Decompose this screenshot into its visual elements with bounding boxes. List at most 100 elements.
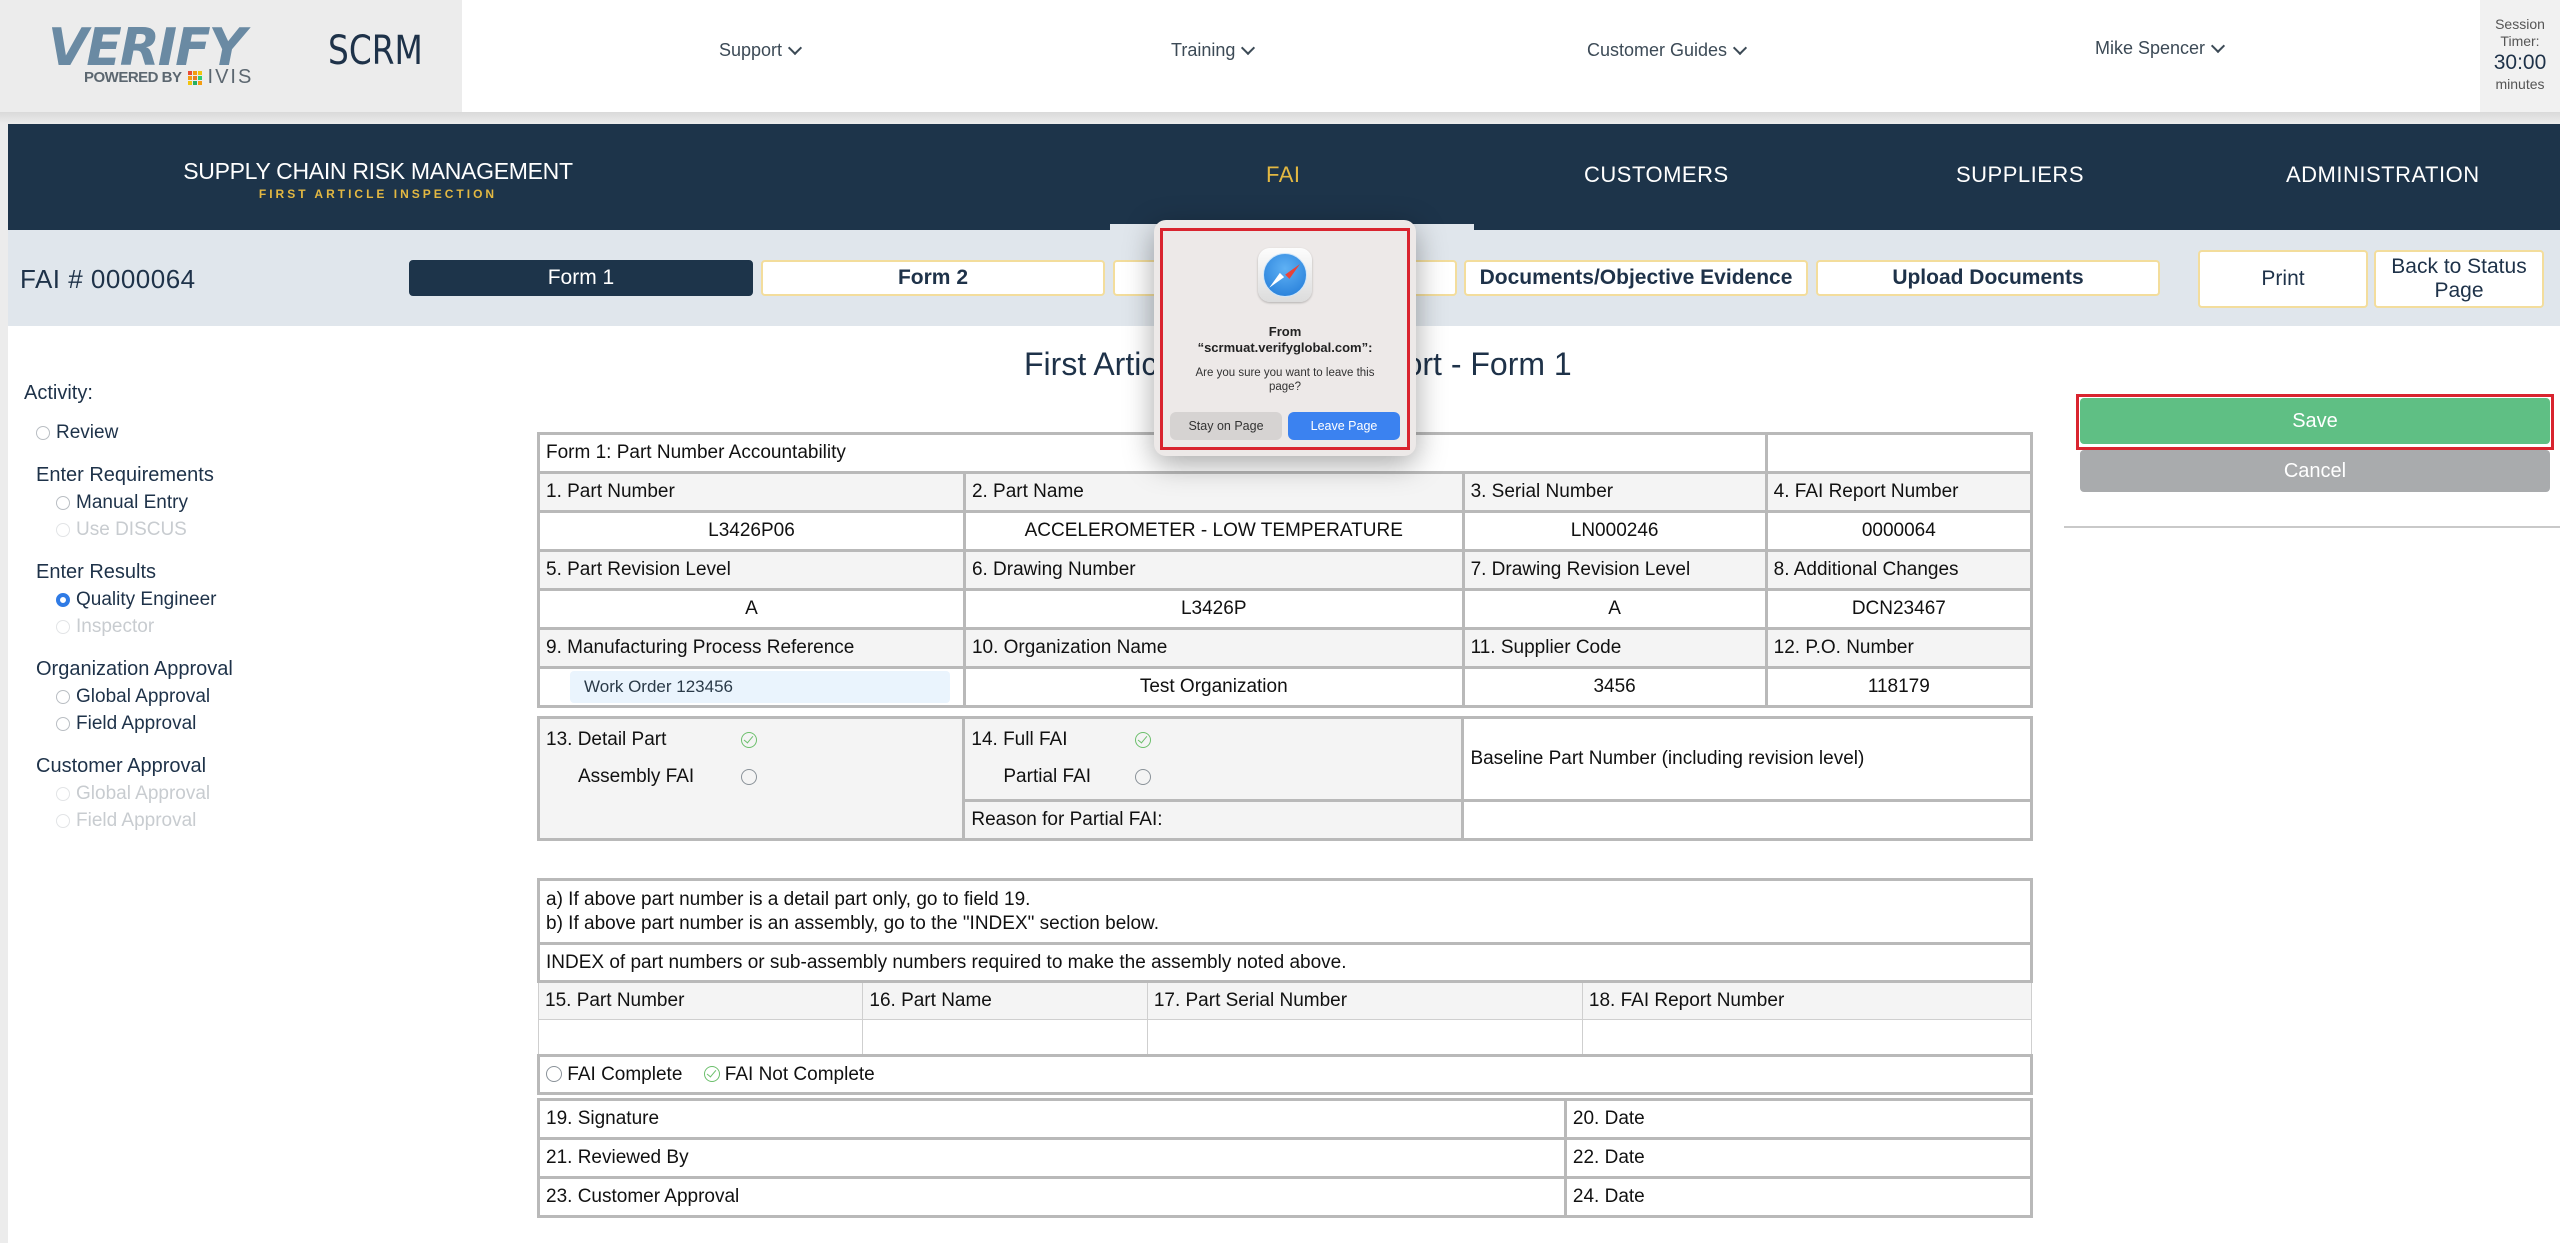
- date-label: 22. Date: [1563, 1137, 2034, 1179]
- top-nav-training[interactable]: Training: [1171, 40, 1256, 61]
- fai-report-number-value: 0000064: [1764, 510, 2034, 552]
- assembly-fai-option[interactable]: Assembly FAI: [546, 755, 956, 799]
- main-nav: SUPPLY CHAIN RISK MANAGEMENT FIRST ARTIC…: [8, 124, 2560, 230]
- chevron-down-icon: [1732, 40, 1748, 55]
- verify-logo[interactable]: VERIFY POWERED BY IVIS: [48, 20, 278, 90]
- print-button[interactable]: Print: [2198, 250, 2368, 308]
- index-cell[interactable]: [537, 1019, 864, 1056]
- session-timer-value: 30:00: [2493, 51, 2547, 74]
- index-cell[interactable]: [862, 1019, 1148, 1056]
- main-tab-fai[interactable]: FAI: [1266, 162, 1301, 188]
- activity-heading: Activity:: [24, 382, 93, 404]
- fai-complete-option[interactable]: FAI Complete: [546, 1064, 688, 1085]
- radio-circle-icon[interactable]: [1135, 769, 1152, 785]
- tab-form-2[interactable]: Form 2: [761, 260, 1105, 296]
- cancel-button[interactable]: Cancel: [2080, 450, 2550, 492]
- index-cell[interactable]: [1146, 1019, 1583, 1056]
- table-row: INDEX of part numbers or sub-assembly nu…: [537, 942, 2033, 983]
- table-row: A L3426P A DCN23467: [537, 588, 2034, 630]
- table-row: FAI Complete FAI Not Complete: [537, 1054, 2033, 1095]
- dialog-from-label: From: [1268, 324, 1302, 339]
- supplier-code-value: 3456: [1461, 666, 1768, 708]
- table-row: 15. Part Number 16. Part Name 17. Part S…: [537, 981, 2033, 1020]
- detail-assembly-cell: 13. Detail Part Assembly FAI: [536, 716, 966, 841]
- divider: [2064, 526, 2560, 528]
- table-row: a) If above part number is a detail part…: [537, 878, 2033, 945]
- fai-number: FAI # 0000064: [20, 264, 196, 294]
- radio-icon[interactable]: [56, 495, 70, 510]
- table-row: 1. Part Number 2. Part Name 3. Serial Nu…: [537, 471, 2034, 513]
- powered-by-text: POWERED BY: [84, 69, 182, 86]
- save-button[interactable]: Save: [2080, 398, 2550, 444]
- group-enter-results: Enter Results Quality Engineer Inspector: [24, 561, 324, 640]
- check-circle-icon[interactable]: [1135, 732, 1152, 748]
- part-revision-value: A: [537, 588, 966, 630]
- radio-icon[interactable]: [36, 425, 50, 440]
- top-nav-training-label: Training: [1171, 40, 1236, 60]
- option-org-field-approval[interactable]: Field Approval: [36, 710, 324, 737]
- safari-compass-icon: [1258, 248, 1312, 302]
- session-timer-label: Session Timer:: [2495, 16, 2545, 49]
- main-tab-suppliers[interactable]: SUPPLIERS: [1956, 162, 2084, 188]
- field-label: 12. P.O. Number: [1764, 627, 2034, 669]
- tab-upload-documents[interactable]: Upload Documents: [1816, 260, 2160, 296]
- detail-part-option[interactable]: 13. Detail Part: [546, 725, 956, 755]
- table-row: 19. Signature 20. Date: [537, 1098, 2034, 1140]
- option-manual-entry[interactable]: Manual Entry: [36, 489, 324, 516]
- column-header: 16. Part Name: [862, 981, 1148, 1020]
- radio-icon[interactable]: [56, 689, 70, 704]
- option-cust-global-approval: Global Approval: [36, 780, 324, 807]
- mfg-process-input[interactable]: [570, 671, 950, 703]
- reason-partial-value[interactable]: [1461, 799, 2033, 841]
- part-number-value: L3426P06: [537, 510, 966, 552]
- radio-circle-icon[interactable]: [741, 769, 757, 785]
- option-use-discus: Use DISCUS: [36, 516, 324, 543]
- full-fai-option[interactable]: 14. Full FAI: [971, 725, 1455, 755]
- user-menu[interactable]: Mike Spencer: [2095, 38, 2226, 59]
- reviewed-by-label: 21. Reviewed By: [537, 1137, 1567, 1179]
- back-to-status-button[interactable]: Back to Status Page: [2374, 250, 2544, 308]
- top-nav-support[interactable]: Support: [719, 40, 803, 61]
- date-label: 20. Date: [1563, 1098, 2034, 1140]
- part-type-table: 13. Detail Part Assembly FAI 14. Full FA…: [536, 716, 2033, 841]
- tab-form-1[interactable]: Form 1: [409, 260, 753, 296]
- leave-page-button[interactable]: Leave Page: [1288, 412, 1400, 440]
- stay-on-page-button[interactable]: Stay on Page: [1170, 412, 1282, 440]
- option-inspector: Inspector: [36, 613, 324, 640]
- radio-icon: [56, 522, 70, 537]
- option-label: Global Approval: [76, 782, 211, 804]
- option-label: Field Approval: [76, 809, 197, 831]
- check-circle-icon[interactable]: [703, 1066, 720, 1083]
- partial-fai-option[interactable]: Partial FAI: [971, 755, 1455, 799]
- fai-not-complete-option[interactable]: FAI Not Complete: [703, 1064, 875, 1085]
- index-cell[interactable]: [1581, 1019, 2033, 1056]
- field-label: 10. Organization Name: [962, 627, 1465, 669]
- check-circle-icon[interactable]: [741, 732, 757, 748]
- main-tab-administration[interactable]: ADMINISTRATION: [2286, 162, 2480, 188]
- radio-icon[interactable]: [56, 716, 70, 731]
- main-tab-customers[interactable]: CUSTOMERS: [1584, 162, 1729, 188]
- full-fai-label: 14. Full FAI: [971, 729, 1068, 750]
- full-partial-cell: 14. Full FAI Partial FAI: [962, 716, 1465, 802]
- radio-selected-icon[interactable]: [56, 592, 70, 607]
- option-label: Inspector: [76, 615, 155, 637]
- activity-review-option[interactable]: Review: [24, 419, 324, 446]
- tab-documents-evidence[interactable]: Documents/Objective Evidence: [1464, 260, 1808, 296]
- option-cust-field-approval: Field Approval: [36, 807, 324, 834]
- empty-cell: [1764, 432, 2034, 474]
- brand-area: VERIFY POWERED BY IVIS SCRM: [0, 0, 462, 112]
- group-customer-approval: Customer Approval Global Approval Field …: [24, 755, 324, 834]
- top-nav-support-label: Support: [719, 40, 783, 60]
- option-label: Manual Entry: [76, 491, 188, 513]
- dialog-origin: From “scrmuat.verifyglobal.com”:: [1154, 324, 1416, 356]
- group-title: Enter Results: [36, 561, 157, 583]
- radio-circle-icon[interactable]: [546, 1066, 562, 1083]
- top-nav-customer-guides[interactable]: Customer Guides: [1587, 40, 1748, 61]
- option-quality-engineer[interactable]: Quality Engineer: [36, 586, 324, 613]
- drawing-number-value: L3426P: [962, 588, 1465, 630]
- activity-sidebar: Activity: Review Enter Requirements Manu…: [24, 382, 324, 834]
- option-org-global-approval[interactable]: Global Approval: [36, 683, 324, 710]
- product-name: SCRM: [328, 28, 423, 74]
- app-subtitle-text: FIRST ARTICLE INSPECTION: [258, 187, 498, 201]
- signature-label: 19. Signature: [537, 1098, 1567, 1140]
